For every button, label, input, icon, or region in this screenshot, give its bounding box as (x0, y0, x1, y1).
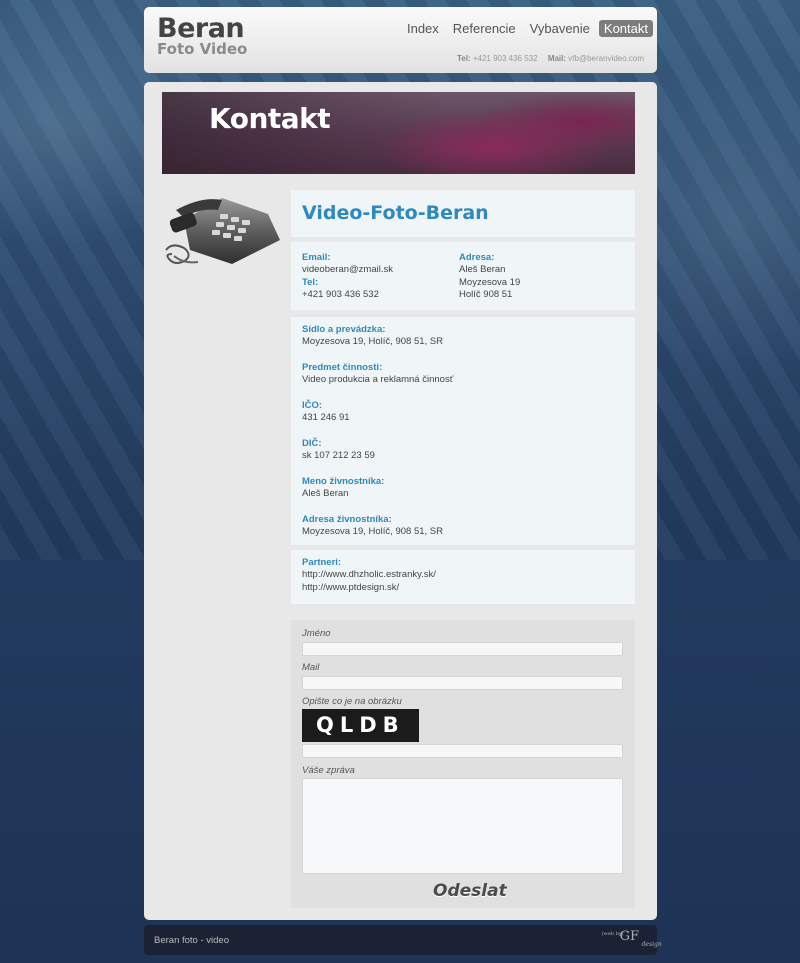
contact-form: Jméno Mail Opište co je na obrázku QLDB … (291, 620, 635, 908)
company-name: Video-Foto-Beran (302, 202, 489, 224)
mail-field-label: Mail (302, 662, 320, 673)
site-header: Beran Foto Video Index Referencie Vybave… (144, 7, 657, 73)
site-footer: Beran foto - video (web by) GF design (144, 925, 662, 955)
info-value-meno: Aleš Beran (302, 488, 349, 499)
info-value-sidlo: Moyzesova 19, Holíč, 908 51, SR (302, 336, 443, 347)
main-content: Kontakt Video-Foto-Beran Email: videober… (144, 82, 657, 920)
contact-panel: Email: videoberan@zmail.sk Tel: +421 903… (291, 242, 635, 310)
designer-logo-script: design (641, 941, 662, 948)
submit-button[interactable]: Odeslat (433, 881, 507, 901)
page-banner: Kontakt (162, 92, 635, 174)
captcha-field-label: Opište co je na obrázku (302, 696, 402, 707)
main-nav: Index Referencie Vybavenie Kontakt (402, 20, 653, 37)
address-line: Holíč 908 51 (459, 289, 513, 300)
info-label-adresa: Adresa živnostníka: (302, 514, 392, 525)
info-label-ico: IČO: (302, 400, 323, 411)
nav-item-vybavenie[interactable]: Vybavenie (525, 20, 595, 37)
nav-item-kontakt[interactable]: Kontakt (598, 20, 653, 37)
message-field[interactable] (302, 778, 623, 874)
captcha-image: QLDB (302, 709, 419, 742)
email-label: Email: (302, 252, 331, 263)
address-label: Adresa: (459, 252, 495, 263)
tel-label: Tel: (302, 276, 319, 288)
name-field-label: Jméno (302, 628, 331, 639)
mail-field[interactable] (302, 676, 623, 690)
header-mail-value[interactable]: vfb@beranvideo.com (568, 54, 644, 63)
nav-item-index[interactable]: Index (402, 20, 444, 37)
header-contact-line: Tel: +421 903 436 532 Mail: vfb@beranvid… (457, 54, 644, 63)
info-label-sidlo: Sídlo a prevádzka: (302, 324, 386, 335)
tel-value: +421 903 436 532 (302, 288, 379, 300)
header-tel-value: +421 903 436 532 (472, 54, 538, 63)
site-logo-subtitle: Foto Video (157, 40, 248, 58)
email-value[interactable]: videoberan@zmail.sk (302, 264, 393, 277)
page-title: Kontakt (209, 102, 331, 135)
designer-logo-small: (web by) (601, 931, 624, 937)
partners-label: Partneri: (302, 557, 342, 568)
header-tel-label: Tel: (456, 54, 471, 63)
info-value-dic: sk 107 212 23 59 (302, 450, 375, 461)
designer-logo[interactable]: (web by) GF design (602, 929, 662, 948)
address-line: Aleš Beran (459, 264, 506, 275)
info-value-ico: 431 246 91 (302, 412, 350, 423)
name-field[interactable] (302, 642, 623, 656)
address-line: Moyzesova 19 (459, 276, 521, 288)
captcha-field[interactable] (302, 744, 623, 758)
nav-item-referencie[interactable]: Referencie (448, 20, 521, 37)
info-value-predmet: Video produkcia a reklamná činnosť (302, 374, 454, 385)
info-value-adresa: Moyzesova 19, Holíč, 908 51, SR (302, 526, 443, 537)
telephone-icon (165, 198, 280, 264)
business-info-panel: Sídlo a prevádzka: Moyzesova 19, Holíč, … (291, 317, 635, 545)
footer-text: Beran foto - video (154, 935, 229, 946)
partner-link[interactable]: http://www.dhzholic.estranky.sk/ (302, 569, 436, 582)
info-label-dic: DIČ: (302, 438, 322, 449)
partners-panel: Partneri: http://www.dhzholic.estranky.s… (291, 550, 635, 604)
info-label-predmet: Predmet činnosti: (302, 362, 383, 373)
message-field-label: Váše zpráva (302, 765, 355, 776)
company-title-panel: Video-Foto-Beran (291, 190, 635, 237)
partner-link[interactable]: http://www.ptdesign.sk/ (302, 582, 436, 595)
info-label-meno: Meno živnostníka: (302, 476, 385, 487)
header-mail-label: Mail: (547, 54, 567, 63)
